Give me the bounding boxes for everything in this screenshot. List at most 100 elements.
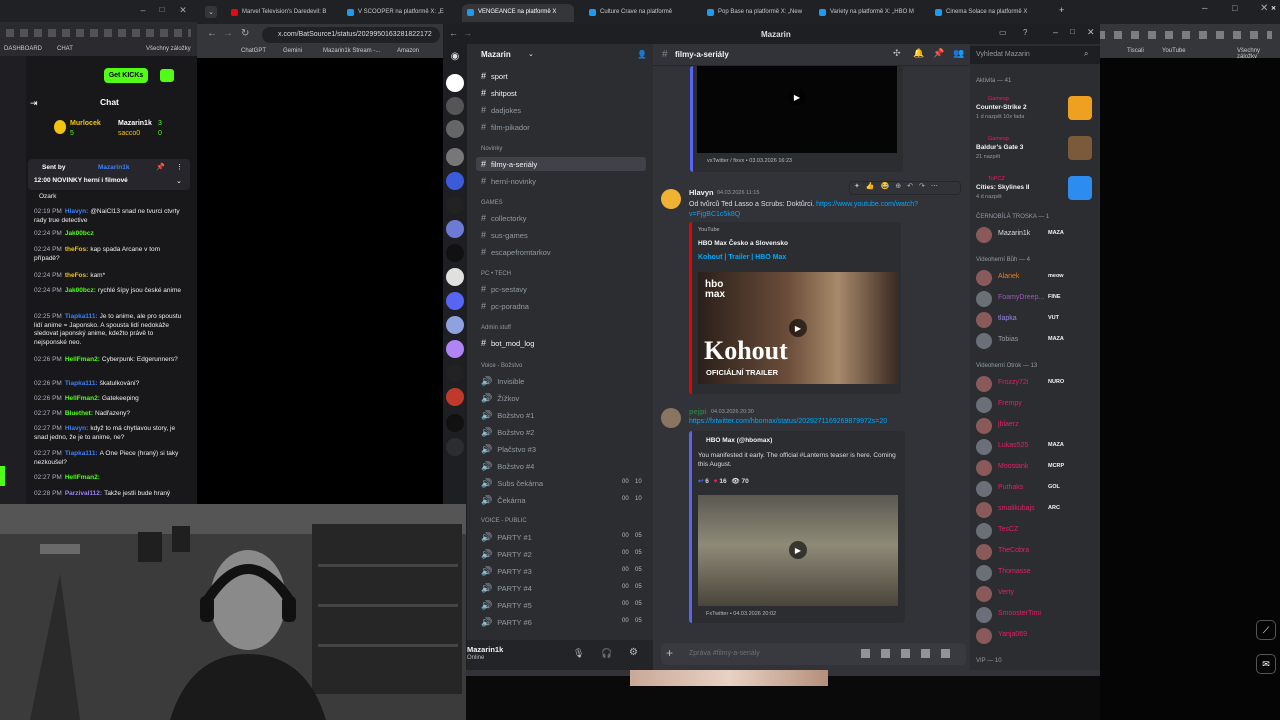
- server-icon[interactable]: [446, 414, 464, 432]
- voice-channel[interactable]: 🔊 PARTY #4: [481, 583, 532, 594]
- back-icon[interactable]: ←: [449, 28, 458, 38]
- channel-item[interactable]: # collectorky: [481, 213, 526, 223]
- chat-user[interactable]: Tiapka111:: [65, 450, 98, 457]
- browser-tab[interactable]: Pop Base na platformě X: „New: [702, 4, 814, 22]
- member-item[interactable]: Frempy: [976, 396, 1096, 414]
- activity-card[interactable]: Gamesp Baldur's Gate 3 21 nazpět: [976, 136, 1096, 166]
- voice-channel[interactable]: 🔊 PARTY #2: [481, 549, 532, 560]
- member-item[interactable]: TheCobra: [976, 543, 1096, 561]
- message-input[interactable]: + Zpráva #filmy-a-seriály: [661, 643, 966, 665]
- chat-user[interactable]: theFos:: [65, 272, 88, 279]
- pinned-message[interactable]: Sent by Mazarin1k 📌 ⋮ 12:00 NOVINKY hern…: [28, 159, 190, 190]
- server-icon[interactable]: [446, 340, 464, 358]
- kohout-thumbnail[interactable]: hbo max Kohout OFICIÁLNÍ TRAILER ▶: [698, 272, 898, 384]
- voice-channel[interactable]: 🔊 PARTY #5: [481, 600, 532, 611]
- messages-icon[interactable]: ✉: [1256, 654, 1276, 674]
- activity-card[interactable]: ToPCZ Cities: Skylines II 4 d nazpět: [976, 176, 1096, 206]
- new-tab-icon[interactable]: +: [1059, 5, 1064, 15]
- bookmark-gemini[interactable]: Gemini: [283, 48, 302, 54]
- chat-user[interactable]: Hlavyn:: [65, 208, 88, 215]
- bookmark-dashboard[interactable]: DASHBOARD: [4, 46, 42, 52]
- members-icon[interactable]: 👥: [953, 48, 964, 59]
- add-member-icon[interactable]: 👤: [637, 50, 647, 59]
- chat-user[interactable]: Tiapka111:: [65, 380, 98, 387]
- server-icon[interactable]: [446, 120, 464, 138]
- browser-tab[interactable]: Variety na platformě X: „HBO M: [814, 4, 926, 22]
- channel-item[interactable]: # pc-poradna: [481, 301, 529, 311]
- channel-item[interactable]: # shitpost: [481, 88, 517, 98]
- member-item[interactable]: Yanja069: [976, 627, 1096, 645]
- avatar[interactable]: [661, 408, 681, 428]
- member-item[interactable]: Frozzy72i NURO: [976, 375, 1096, 393]
- chat-user[interactable]: HellFman2:: [65, 356, 100, 363]
- server-icon[interactable]: [446, 316, 464, 334]
- close-icon[interactable]: ✕: [1087, 27, 1095, 38]
- server-icon[interactable]: [446, 220, 464, 238]
- close-icon[interactable]: ✕: [1260, 3, 1268, 14]
- embed-video[interactable]: ▶: [697, 66, 897, 153]
- channel-item[interactable]: # escapefromtarkov: [481, 247, 551, 257]
- extension-icons[interactable]: [6, 29, 191, 37]
- message-link[interactable]: https://fxtwitter.com/hbomax/status/2029…: [689, 418, 887, 425]
- member-item[interactable]: Lukas525 MAZA: [976, 438, 1096, 456]
- help-icon[interactable]: ?: [1023, 28, 1027, 37]
- browser-tab[interactable]: VENGEANCE na platformě X: [462, 4, 574, 22]
- avatar[interactable]: [661, 189, 681, 209]
- threads-icon[interactable]: ✣: [893, 48, 901, 59]
- voice-channel[interactable]: 🔊 Invisible: [481, 376, 524, 387]
- forward-icon[interactable]: →: [463, 28, 472, 38]
- back-icon[interactable]: ←: [207, 28, 217, 39]
- browser-tab[interactable]: Cinema Solace na platformě X: [930, 4, 1042, 22]
- minimize-icon[interactable]: –: [1202, 3, 1208, 14]
- channel-item[interactable]: # sport: [481, 71, 508, 81]
- chat-user[interactable]: Parzival112:: [65, 490, 102, 497]
- category-public[interactable]: VOICE - PUBLIC: [481, 518, 527, 524]
- lanterns-video[interactable]: ▶: [698, 495, 898, 606]
- maximize-icon[interactable]: □: [157, 5, 167, 14]
- url-field[interactable]: x.com/BatSource1/status/2029950163281822…: [262, 27, 440, 43]
- chat-user[interactable]: HellFman2:: [65, 474, 100, 481]
- voice-channel[interactable]: 🔊 Plačstvo #3: [481, 444, 536, 455]
- chat-user[interactable]: Jak00bcz: [65, 230, 94, 237]
- browser-tab[interactable]: V SCOOPER na platformě X: „E: [342, 4, 454, 22]
- voice-channel[interactable]: 🔊 Subs čekárna: [481, 478, 543, 489]
- collapse-icon[interactable]: ⇥: [30, 98, 38, 109]
- chat-user[interactable]: HellFman2:: [65, 395, 100, 402]
- chat-user[interactable]: theFos:: [65, 246, 88, 253]
- mic-icon[interactable]: 🎙: [573, 648, 584, 659]
- member-item[interactable]: Tobias MAZA: [976, 332, 1096, 350]
- pin-icon[interactable]: 📌: [933, 48, 944, 59]
- voice-channel[interactable]: 🔊 PARTY #3: [481, 566, 532, 577]
- server-icon[interactable]: [446, 244, 464, 262]
- member-item[interactable]: Puthaks GOL: [976, 480, 1096, 498]
- left-address-bar[interactable]: [0, 22, 197, 44]
- tab-list-icon[interactable]: ⌄: [205, 6, 217, 18]
- member-item[interactable]: tlapka VUT: [976, 311, 1096, 329]
- server-icon[interactable]: [446, 74, 464, 92]
- category-games[interactable]: GAMES: [481, 200, 503, 206]
- member-item[interactable]: Mazarin1k MAZA: [976, 226, 1096, 244]
- channel-item[interactable]: # bot_mod_log: [481, 338, 534, 348]
- channel-item-active[interactable]: # filmy-a-seriály: [476, 157, 646, 171]
- member-item[interactable]: Alanek meow: [976, 269, 1096, 287]
- member-item[interactable]: FoamyDreep... FINE: [976, 290, 1096, 308]
- browser-tab[interactable]: Marvel Television's Daredevil: B: [226, 4, 338, 22]
- member-item[interactable]: Thomasse: [976, 564, 1096, 582]
- voice-channel[interactable]: 🔊 Božstvo #2: [481, 427, 534, 438]
- bookmark-amazon[interactable]: Amazon: [397, 48, 419, 54]
- chat-user[interactable]: Jak00bcz:: [65, 287, 96, 294]
- settings-icon[interactable]: ⚙: [629, 647, 638, 658]
- embed-author[interactable]: HBO Max Česko a Slovensko: [698, 240, 788, 247]
- server-icon[interactable]: [446, 438, 464, 456]
- maximize-icon[interactable]: □: [1232, 3, 1237, 13]
- author-name[interactable]: Hlavyn: [689, 188, 714, 197]
- server-icon[interactable]: [446, 388, 464, 406]
- voice-channel[interactable]: 🔊 PARTY #1: [481, 532, 532, 543]
- pin-icon[interactable]: 📌: [156, 163, 165, 171]
- inbox-icon[interactable]: ▭: [999, 28, 1007, 37]
- chat-user[interactable]: Tiapka111:: [65, 313, 98, 320]
- member-item[interactable]: SmoosterTimi: [976, 606, 1096, 624]
- author-name[interactable]: pejpi: [689, 407, 707, 416]
- server-icon[interactable]: [446, 292, 464, 310]
- server-icon[interactable]: [446, 196, 464, 214]
